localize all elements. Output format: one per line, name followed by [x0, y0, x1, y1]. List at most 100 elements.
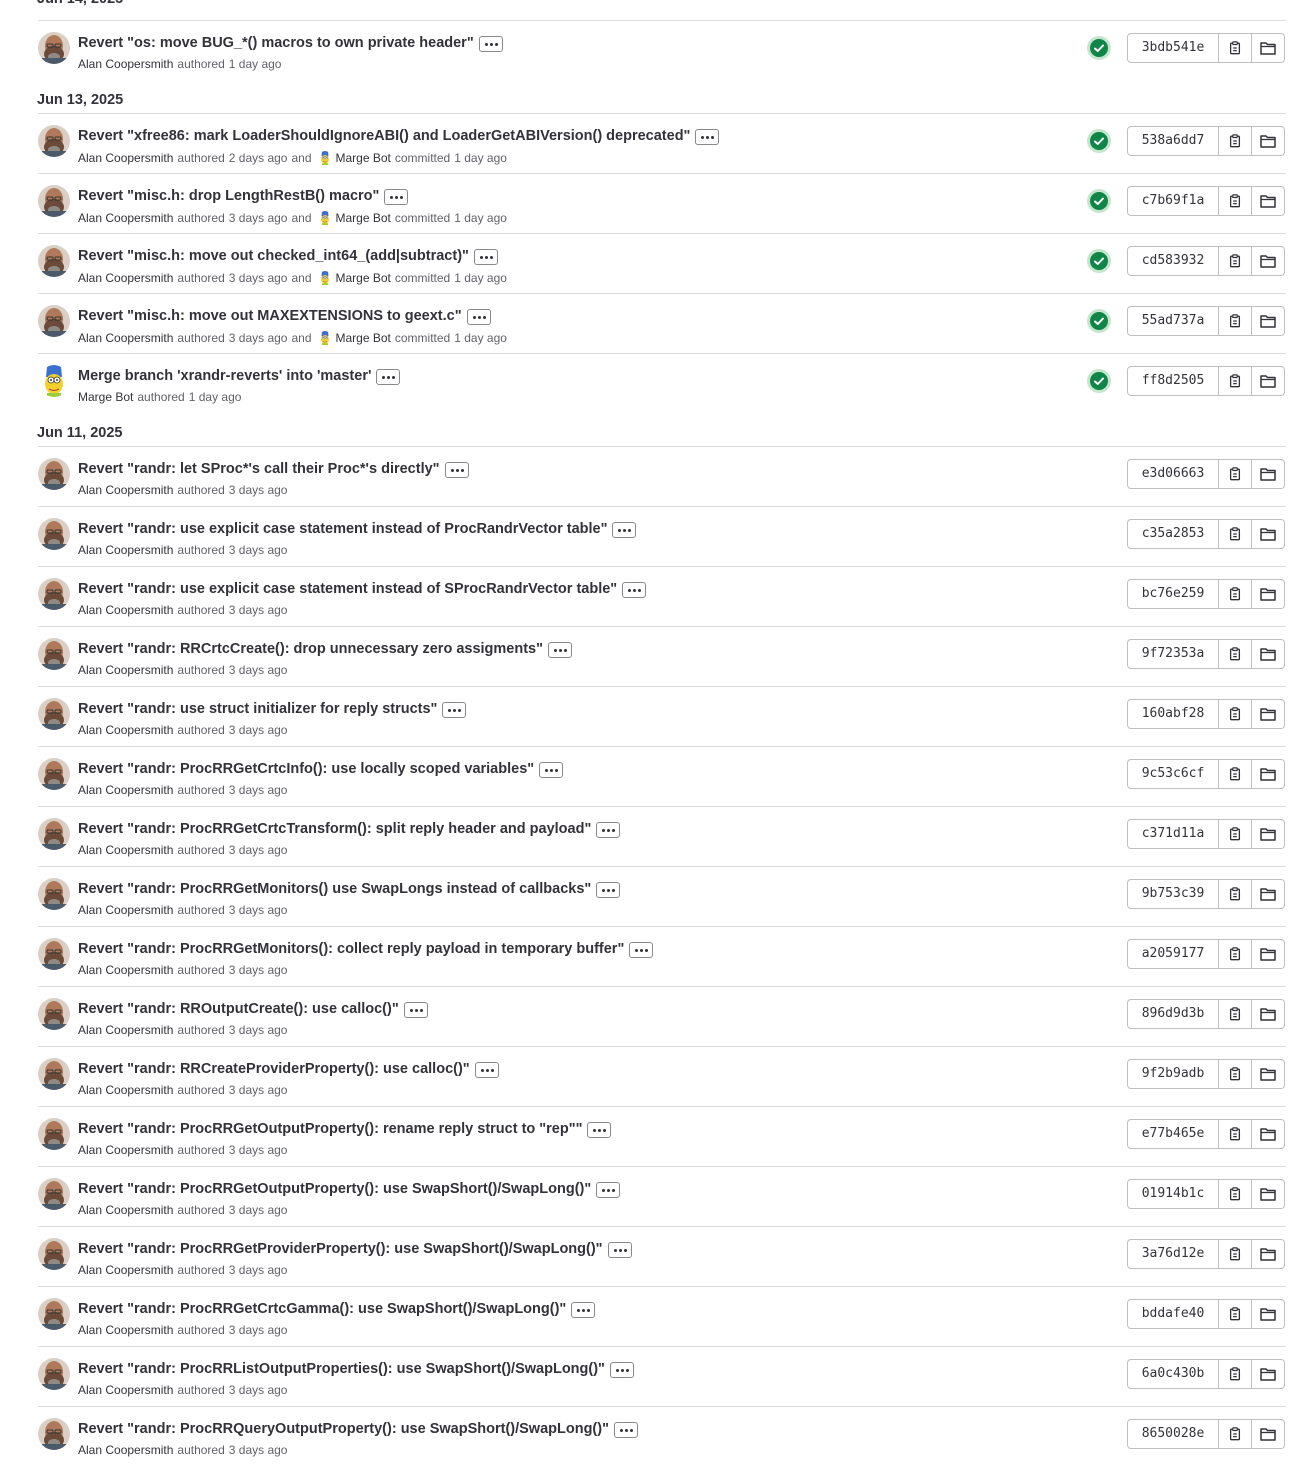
copy-sha-button[interactable]: [1219, 1239, 1252, 1269]
toggle-description-button[interactable]: [609, 1362, 634, 1378]
commit-sha-link[interactable]: 9f2b9adb: [1127, 1059, 1219, 1089]
commit-sha-link[interactable]: 3bdb541e: [1127, 33, 1219, 63]
browse-files-button[interactable]: [1252, 306, 1285, 336]
committer-link[interactable]: Marge Bot: [336, 331, 391, 345]
commit-sha-link[interactable]: e3d06663: [1127, 459, 1219, 489]
committer-link[interactable]: Marge Bot: [336, 271, 391, 285]
commit-sha-link[interactable]: 9b753c39: [1127, 879, 1219, 909]
author-link[interactable]: Alan Coopersmith: [78, 1443, 173, 1457]
author-link[interactable]: Alan Coopersmith: [78, 1203, 173, 1217]
author-avatar[interactable]: [38, 125, 70, 157]
commit-sha-link[interactable]: ff8d2505: [1127, 366, 1219, 396]
author-link[interactable]: Alan Coopersmith: [78, 1323, 173, 1337]
copy-sha-button[interactable]: [1219, 819, 1252, 849]
browse-files-button[interactable]: [1252, 639, 1285, 669]
commit-sha-link[interactable]: a2059177: [1127, 939, 1219, 969]
commit-sha-link[interactable]: 9c53c6cf: [1127, 759, 1219, 789]
copy-sha-button[interactable]: [1219, 519, 1252, 549]
commit-title-link[interactable]: Revert "randr: ProcRRGetCrtcTransform():…: [78, 821, 591, 837]
author-link[interactable]: Alan Coopersmith: [78, 723, 173, 737]
author-link[interactable]: Alan Coopersmith: [78, 1143, 173, 1157]
toggle-description-button[interactable]: [384, 189, 409, 205]
pipeline-passed-icon[interactable]: [1087, 36, 1111, 60]
browse-files-button[interactable]: [1252, 999, 1285, 1029]
toggle-description-button[interactable]: [596, 822, 621, 838]
copy-sha-button[interactable]: [1219, 939, 1252, 969]
author-link[interactable]: Alan Coopersmith: [78, 603, 173, 617]
browse-files-button[interactable]: [1252, 1359, 1285, 1389]
commit-title-link[interactable]: Revert "randr: use explicit case stateme…: [78, 581, 617, 597]
commit-title-link[interactable]: Revert "randr: ProcRRGetProviderProperty…: [78, 1241, 603, 1257]
commit-sha-link[interactable]: bc76e259: [1127, 579, 1219, 609]
browse-files-button[interactable]: [1252, 1239, 1285, 1269]
toggle-description-button[interactable]: [629, 942, 654, 958]
browse-files-button[interactable]: [1252, 1299, 1285, 1329]
commit-sha-link[interactable]: 55ad737a: [1127, 306, 1219, 336]
author-link[interactable]: Alan Coopersmith: [78, 543, 173, 557]
browse-files-button[interactable]: [1252, 366, 1285, 396]
author-link[interactable]: Alan Coopersmith: [78, 843, 173, 857]
author-avatar[interactable]: [38, 818, 70, 850]
author-link[interactable]: Alan Coopersmith: [78, 1023, 173, 1037]
author-link[interactable]: Alan Coopersmith: [78, 903, 173, 917]
toggle-description-button[interactable]: [478, 36, 503, 52]
commit-title-link[interactable]: Revert "randr: ProcRRQueryOutputProperty…: [78, 1421, 609, 1437]
commit-title-link[interactable]: Revert "randr: RROutputCreate(): use cal…: [78, 1001, 399, 1017]
toggle-description-button[interactable]: [444, 462, 469, 478]
author-link[interactable]: Alan Coopersmith: [78, 211, 173, 225]
commit-title-link[interactable]: Revert "randr: ProcRRGetOutputProperty()…: [78, 1181, 591, 1197]
committer-avatar[interactable]: [317, 330, 332, 346]
commit-title-link[interactable]: Revert "misc.h: move out checked_int64_(…: [78, 248, 469, 264]
commit-title-link[interactable]: Revert "misc.h: move out MAXEXTENSIONS t…: [78, 308, 462, 324]
commit-sha-link[interactable]: 9f72353a: [1127, 639, 1219, 669]
author-avatar[interactable]: [38, 938, 70, 970]
toggle-description-button[interactable]: [376, 369, 401, 385]
copy-sha-button[interactable]: [1219, 699, 1252, 729]
commit-title-link[interactable]: Revert "misc.h: drop LengthRestB() macro…: [78, 188, 379, 204]
copy-sha-button[interactable]: [1219, 759, 1252, 789]
author-avatar[interactable]: [38, 365, 70, 397]
author-avatar[interactable]: [38, 458, 70, 490]
author-link[interactable]: Alan Coopersmith: [78, 1383, 173, 1397]
toggle-description-button[interactable]: [613, 1422, 638, 1438]
commit-sha-link[interactable]: c35a2853: [1127, 519, 1219, 549]
commit-sha-link[interactable]: cd583932: [1127, 246, 1219, 276]
copy-sha-button[interactable]: [1219, 459, 1252, 489]
commit-sha-link[interactable]: 8650028e: [1127, 1419, 1219, 1449]
commit-title-link[interactable]: Revert "randr: let SProc*'s call their P…: [78, 461, 440, 477]
commit-sha-link[interactable]: c371d11a: [1127, 819, 1219, 849]
commit-title-link[interactable]: Revert "randr: ProcRRGetCrtcGamma(): use…: [78, 1301, 566, 1317]
toggle-description-button[interactable]: [403, 1002, 428, 1018]
browse-files-button[interactable]: [1252, 1179, 1285, 1209]
commit-sha-link[interactable]: 160abf28: [1127, 699, 1219, 729]
toggle-description-button[interactable]: [474, 1062, 499, 1078]
browse-files-button[interactable]: [1252, 879, 1285, 909]
copy-sha-button[interactable]: [1219, 1119, 1252, 1149]
author-avatar[interactable]: [38, 878, 70, 910]
author-avatar[interactable]: [38, 1118, 70, 1150]
browse-files-button[interactable]: [1252, 519, 1285, 549]
commit-title-link[interactable]: Revert "randr: ProcRRGetCrtcInfo(): use …: [78, 761, 534, 777]
browse-files-button[interactable]: [1252, 459, 1285, 489]
commit-sha-link[interactable]: 896d9d3b: [1127, 999, 1219, 1029]
toggle-description-button[interactable]: [622, 582, 647, 598]
copy-sha-button[interactable]: [1219, 306, 1252, 336]
toggle-description-button[interactable]: [587, 1122, 612, 1138]
browse-files-button[interactable]: [1252, 1419, 1285, 1449]
copy-sha-button[interactable]: [1219, 1179, 1252, 1209]
copy-sha-button[interactable]: [1219, 33, 1252, 63]
committer-link[interactable]: Marge Bot: [336, 211, 391, 225]
author-avatar[interactable]: [38, 305, 70, 337]
browse-files-button[interactable]: [1252, 759, 1285, 789]
author-avatar[interactable]: [38, 32, 70, 64]
copy-sha-button[interactable]: [1219, 126, 1252, 156]
author-avatar[interactable]: [38, 1178, 70, 1210]
committer-link[interactable]: Marge Bot: [336, 151, 391, 165]
copy-sha-button[interactable]: [1219, 879, 1252, 909]
copy-sha-button[interactable]: [1219, 366, 1252, 396]
commit-title-link[interactable]: Revert "randr: RRCreateProviderProperty(…: [78, 1061, 470, 1077]
commit-title-link[interactable]: Revert "randr: ProcRRGetOutputProperty()…: [78, 1121, 582, 1137]
commit-title-link[interactable]: Revert "randr: ProcRRGetMonitors(): coll…: [78, 941, 624, 957]
committer-avatar[interactable]: [317, 210, 332, 226]
toggle-description-button[interactable]: [442, 702, 467, 718]
